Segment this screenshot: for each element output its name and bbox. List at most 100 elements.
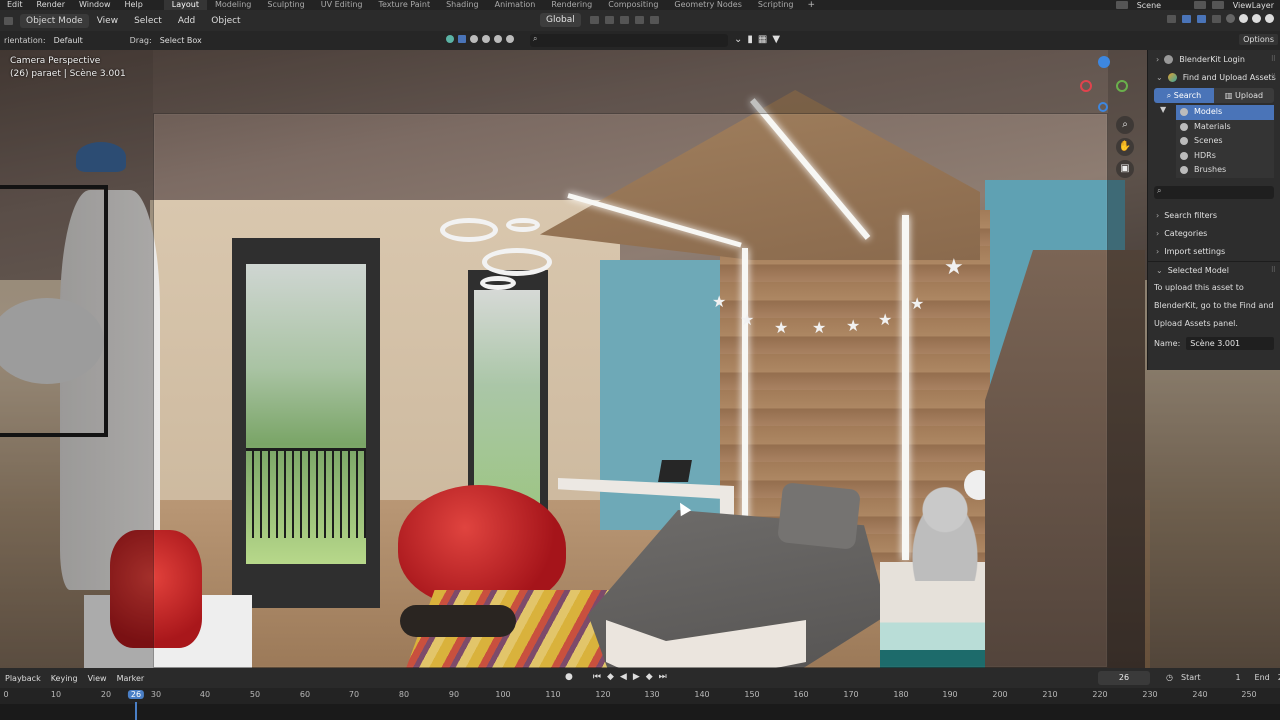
prev-keyframe-icon[interactable]: ◆ xyxy=(607,672,614,682)
timeline-ruler[interactable]: 0 10 20 26 30 40 50 60 70 80 90 100 110 … xyxy=(0,688,1280,704)
new-scene-icon[interactable] xyxy=(1193,1,1206,9)
xray-icon[interactable] xyxy=(1212,14,1221,23)
jump-end-icon[interactable]: ⏭ xyxy=(659,672,667,682)
categories-row[interactable]: › Categories xyxy=(1148,225,1280,243)
scene-selector[interactable]: Scene xyxy=(1131,1,1191,10)
asset-type-models[interactable]: Models xyxy=(1176,105,1274,120)
name-field[interactable]: Scène 3.001 xyxy=(1186,336,1274,350)
gizmo-y-axis[interactable] xyxy=(1116,80,1128,92)
workspace-tab-modeling[interactable]: Modeling xyxy=(207,0,259,10)
gizmo-x-axis[interactable] xyxy=(1080,80,1092,92)
record-icon[interactable]: ● xyxy=(565,672,573,682)
blenderkit-login-row[interactable]: › BlenderKit Login ⠿ xyxy=(1148,50,1280,68)
gizmo-toggle-icon[interactable] xyxy=(1182,14,1191,23)
play-reverse-icon[interactable]: ◀ xyxy=(620,672,627,682)
filter-icon[interactable]: ▼ xyxy=(772,34,780,45)
selected-model-header[interactable]: ⌄ Selected Model ⠿ xyxy=(1148,260,1280,279)
drag-grip-icon[interactable]: ⠿ xyxy=(1271,266,1276,274)
mode-selector[interactable]: Object Mode xyxy=(20,13,89,28)
navigation-gizmo[interactable] xyxy=(1080,56,1130,116)
pivot-point-icon[interactable] xyxy=(589,16,599,24)
options-button[interactable]: Options xyxy=(1239,34,1278,45)
drag-grip-icon[interactable]: ⠿ xyxy=(1271,55,1276,63)
solid-shading-icon[interactable] xyxy=(1239,14,1248,23)
import-settings-row[interactable]: › Import settings xyxy=(1148,243,1280,261)
menu-render[interactable]: Render xyxy=(30,0,72,10)
texture-icon[interactable] xyxy=(482,35,490,43)
select-menu[interactable]: Select xyxy=(126,16,170,26)
add-workspace-icon[interactable]: + xyxy=(801,0,821,10)
world-icon[interactable] xyxy=(494,35,502,43)
snap-icon[interactable] xyxy=(604,16,614,24)
workspace-tab-uv-editing[interactable]: UV Editing xyxy=(313,0,371,10)
keying-menu[interactable]: Keying xyxy=(46,674,83,683)
snap-target-icon[interactable] xyxy=(619,16,629,24)
drag-dropdown[interactable]: Select Box xyxy=(156,35,206,46)
playback-menu[interactable]: Playback xyxy=(0,674,46,683)
add-menu[interactable]: Add xyxy=(170,16,203,26)
overlay-toggle-icon[interactable] xyxy=(1197,14,1206,23)
visibility-icon[interactable] xyxy=(1167,14,1176,23)
object-menu[interactable]: Object xyxy=(203,16,248,26)
proportional-edit-icon[interactable] xyxy=(634,16,644,24)
playhead-line[interactable] xyxy=(135,702,137,720)
workspace-tab-sculpting[interactable]: Sculpting xyxy=(259,0,312,10)
current-frame-indicator[interactable]: 26 xyxy=(127,690,145,699)
orientation-dropdown[interactable]: Default xyxy=(50,35,118,46)
start-field[interactable]: 1 xyxy=(1205,671,1245,685)
material-icon[interactable] xyxy=(446,35,454,43)
timeline-view-menu[interactable]: View xyxy=(83,674,112,683)
menu-edit[interactable]: Edit xyxy=(0,0,30,10)
workspace-tab-rendering[interactable]: Rendering xyxy=(543,0,600,10)
menu-help[interactable]: Help xyxy=(118,0,150,10)
sphere-icon[interactable] xyxy=(470,35,478,43)
gizmo-neg-z-axis[interactable] xyxy=(1098,102,1108,112)
workspace-tab-scripting[interactable]: Scripting xyxy=(750,0,802,10)
marker-menu[interactable]: Marker xyxy=(112,674,150,683)
search-filters-row[interactable]: › Search filters xyxy=(1148,207,1280,225)
object-box-icon[interactable] xyxy=(458,35,466,43)
asset-type-hdrs[interactable]: HDRs xyxy=(1176,148,1274,163)
view-layer-selector[interactable]: ViewLayer xyxy=(1227,1,1280,10)
view-menu[interactable]: View xyxy=(89,16,126,26)
tab-search[interactable]: ⌕ Search xyxy=(1154,88,1214,103)
workspace-tab-compositing[interactable]: Compositing xyxy=(600,0,666,10)
falloff-icon[interactable] xyxy=(649,16,659,24)
panel-search-input[interactable]: ⌕ xyxy=(1154,185,1274,199)
collapse-arrow-icon[interactable]: ▼ xyxy=(1160,105,1166,114)
pan-hand-icon[interactable]: ✋ xyxy=(1116,138,1134,156)
workspace-tab-shading[interactable]: Shading xyxy=(438,0,487,10)
asset-type-scenes[interactable]: Scenes xyxy=(1176,134,1274,149)
bookmark-icon[interactable]: ▮ xyxy=(747,34,753,45)
clock-icon[interactable]: ◷ xyxy=(1162,671,1177,685)
chevron-down-icon[interactable]: ⌄ xyxy=(734,34,742,45)
3d-viewport[interactable]: ★ ★ ★ ★ ★ ★ ★ ★ Camera Perspective (26) … xyxy=(0,50,1280,668)
menu-window[interactable]: Window xyxy=(72,0,118,10)
workspace-tab-geometry-nodes[interactable]: Geometry Nodes xyxy=(666,0,749,10)
drag-grip-icon[interactable]: ⠿ xyxy=(1271,73,1276,81)
play-icon[interactable]: ▶ xyxy=(633,672,640,682)
asset-search-input[interactable]: ⌕ xyxy=(530,34,728,47)
tab-upload[interactable]: ▥ Upload xyxy=(1214,88,1274,103)
wireframe-shading-icon[interactable] xyxy=(1226,14,1235,23)
jump-start-icon[interactable]: ⏮ xyxy=(593,672,601,682)
next-keyframe-icon[interactable]: ◆ xyxy=(646,672,653,682)
transform-orientation-dropdown[interactable]: Global xyxy=(540,13,581,27)
camera-view-icon[interactable]: ▣ xyxy=(1116,160,1134,178)
end-field[interactable]: 25 xyxy=(1274,671,1280,685)
settings-icon[interactable] xyxy=(506,35,514,43)
grid-layout-icon[interactable]: ▦ xyxy=(758,34,767,45)
asset-type-materials[interactable]: Materials xyxy=(1176,119,1274,134)
gizmo-z-axis[interactable] xyxy=(1098,56,1110,68)
zoom-icon[interactable]: ⌕ xyxy=(1116,116,1134,134)
asset-type-brushes[interactable]: Brushes xyxy=(1176,163,1274,178)
rendered-shading-icon[interactable] xyxy=(1265,14,1274,23)
timeline-track[interactable] xyxy=(0,704,1280,720)
workspace-tab-layout[interactable]: Layout xyxy=(163,0,207,10)
editor-type-icon[interactable] xyxy=(4,16,13,25)
current-frame-field[interactable]: 26 xyxy=(1098,671,1150,685)
material-shading-icon[interactable] xyxy=(1252,14,1261,23)
workspace-tab-texture-paint[interactable]: Texture Paint xyxy=(370,0,438,10)
find-upload-header[interactable]: ⌄ Find and Upload Assets ⠿ xyxy=(1148,68,1280,86)
workspace-tab-animation[interactable]: Animation xyxy=(487,0,544,10)
